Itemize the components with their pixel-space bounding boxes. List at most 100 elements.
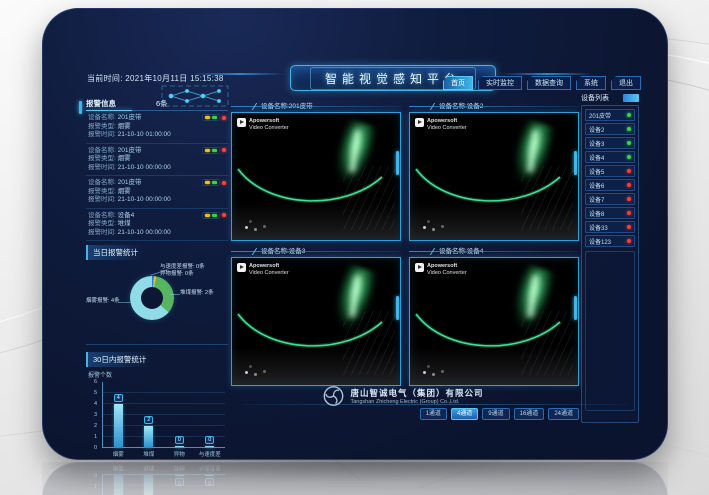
channel-button[interactable]: 24通道 bbox=[548, 408, 579, 420]
channel-button[interactable]: 4通道 bbox=[451, 408, 478, 420]
company-logo bbox=[322, 385, 344, 407]
video-scrollbar[interactable] bbox=[396, 296, 399, 320]
video-scrollbar[interactable] bbox=[396, 151, 399, 175]
device-status-dot bbox=[627, 197, 631, 201]
device-row[interactable]: 设备7 bbox=[585, 193, 635, 205]
alarm-list: 设备名称: 201皮带 报警类型: 烟雾 报警时间: 21-10-10 01:0… bbox=[86, 111, 228, 241]
alarm-count-badge: 6条 bbox=[156, 98, 168, 109]
alarm-device: 设备4 bbox=[118, 212, 135, 219]
video-player[interactable]: ApowersoftVideo Converter bbox=[231, 257, 401, 386]
today-stats-chart: 与速度差报警: 0条 异物报警: 0条 堆煤报警: 2条 烟雾报警: 4条 bbox=[86, 260, 228, 342]
device-status-dot bbox=[627, 239, 631, 243]
callout-coal: 堆煤报警: 2条 bbox=[180, 290, 214, 297]
device-row[interactable]: 设备3 bbox=[585, 137, 635, 149]
bar-category: 与速度差 bbox=[199, 450, 221, 458]
alarm-card[interactable]: 设备名称: 设备4 报警类型: 堆煤 报警时间: 21-10-10 00:00:… bbox=[86, 209, 228, 242]
video-player[interactable]: ApowersoftVideo Converter bbox=[231, 112, 401, 241]
video-scrollbar[interactable] bbox=[574, 151, 577, 175]
video-cell: 设备名称:设备4 ApowersoftVideo Converter bbox=[409, 246, 579, 386]
watermark: ApowersoftVideo Converter bbox=[415, 263, 467, 276]
bar-columns: 4烟雾 2堆煤 0异物 0与速度差 bbox=[103, 382, 225, 448]
y-tick: 5 bbox=[86, 390, 97, 396]
y-tick: 4 bbox=[86, 401, 97, 407]
nav-button[interactable]: 首页 bbox=[443, 76, 473, 90]
channel-button[interactable]: 1通道 bbox=[420, 408, 447, 420]
alarm-indicator-lights bbox=[202, 179, 226, 186]
callout-foreign: 异物报警: 0条 bbox=[160, 271, 205, 278]
bar-value: 2 bbox=[144, 416, 153, 425]
top-nav: 首页 实时监控 数据查询 系统 退出 bbox=[443, 76, 641, 90]
girder-structure bbox=[521, 311, 573, 375]
alarm-time: 21-10-10 01:00:00 bbox=[118, 131, 171, 138]
video-cell: 设备名称:设备3 ApowersoftVideo Converter bbox=[231, 246, 401, 386]
device-row[interactable]: 设备123 bbox=[585, 235, 635, 247]
girder-structure bbox=[521, 166, 573, 230]
nav-button[interactable]: 系统 bbox=[576, 76, 606, 90]
video-title: 设备名称:设备4 bbox=[409, 246, 579, 257]
device-row[interactable]: 设备2 bbox=[585, 123, 635, 135]
alarm-card[interactable]: 设备名称: 201皮带 报警类型: 烟雾 报警时间: 21-10-10 01:0… bbox=[86, 111, 228, 144]
alarm-device: 201皮带 bbox=[118, 147, 142, 154]
y-tick: 6 bbox=[86, 379, 97, 385]
monthly-stats-section: 30日内报警统计 报警个数 6 5 4 3 2 1 0 4烟雾 2堆煤 0异物 … bbox=[86, 344, 228, 460]
device-row[interactable]: 设备6 bbox=[585, 179, 635, 191]
y-axis-label: 报警个数 bbox=[88, 370, 112, 379]
alarm-type: 烟雾 bbox=[118, 155, 131, 162]
device-status-dot bbox=[627, 141, 631, 145]
monthly-stats-title: 30日内报警统计 bbox=[86, 352, 151, 367]
alarm-card[interactable]: 设备名称: 201皮带 报警类型: 烟雾 报警时间: 21-10-10 00:0… bbox=[86, 176, 228, 209]
device-row[interactable]: 设备4 bbox=[585, 151, 635, 163]
channel-button[interactable]: 16通道 bbox=[514, 408, 545, 420]
nav-button[interactable]: 数据查询 bbox=[527, 76, 571, 90]
nav-button[interactable]: 退出 bbox=[611, 76, 641, 90]
device-row[interactable]: 设备33 bbox=[585, 221, 635, 233]
nav-button[interactable]: 实时监控 bbox=[478, 76, 522, 90]
today-donut-chart bbox=[130, 276, 174, 320]
alarm-type: 烟雾 bbox=[118, 123, 131, 130]
channel-button[interactable]: 9通道 bbox=[482, 408, 509, 420]
video-title: 设备名称:设备3 bbox=[231, 246, 401, 257]
alarm-card[interactable]: 设备名称: 201皮带 报警类型: 烟雾 报警时间: 21-10-10 00:0… bbox=[86, 144, 228, 177]
y-tick: 2 bbox=[86, 423, 97, 429]
y-tick: 0 bbox=[86, 445, 97, 451]
alarm-device: 201皮带 bbox=[118, 114, 142, 121]
company-branding: 唐山智诚电气（集团）有限公司 Tangshan Zhicheng Electri… bbox=[322, 385, 483, 407]
alarm-time: 21-10-10 00:00:00 bbox=[118, 229, 171, 236]
callout-speed: 与速度差报警: 0条 bbox=[160, 264, 205, 271]
video-scrollbar[interactable] bbox=[574, 296, 577, 320]
device-status-dot bbox=[627, 155, 631, 159]
channel-switcher: 1通道 4通道 9通道 16通道 24通道 bbox=[420, 408, 579, 420]
device-list-spacer bbox=[585, 251, 635, 411]
device-list-title: 设备列表 bbox=[581, 93, 609, 103]
callout-smoke: 烟雾报警: 4条 bbox=[86, 298, 120, 305]
alarm-indicator-lights bbox=[202, 212, 226, 219]
device-status-dot bbox=[627, 169, 631, 173]
device-status-dot bbox=[627, 113, 631, 117]
device-list: 201皮带 设备2 设备3 设备4 设备5 设备6 设备7 设备8 设备33 设… bbox=[581, 105, 639, 423]
header-deco-line-left bbox=[193, 73, 285, 75]
video-player[interactable]: ApowersoftVideo Converter bbox=[409, 257, 579, 386]
video-cell: 设备名称:设备2 ApowersoftVideo Converter bbox=[409, 101, 579, 241]
apowersoft-logo-icon bbox=[237, 263, 246, 272]
alarm-type: 堆煤 bbox=[118, 220, 131, 227]
alarm-panel-title: 报警信息 bbox=[86, 98, 116, 109]
alarm-indicator-lights bbox=[202, 147, 226, 154]
watermark: ApowersoftVideo Converter bbox=[237, 118, 289, 131]
device-row[interactable]: 设备8 bbox=[585, 207, 635, 219]
device-list-header: 设备列表 bbox=[581, 93, 639, 103]
device-row[interactable]: 201皮带 bbox=[585, 109, 635, 121]
bar-category: 烟雾 bbox=[113, 450, 124, 458]
device-status-dot bbox=[627, 225, 631, 229]
device-list-tab[interactable] bbox=[623, 94, 639, 102]
bar bbox=[114, 404, 123, 448]
bar bbox=[144, 426, 153, 448]
bar-category: 堆煤 bbox=[143, 450, 154, 458]
watermark: ApowersoftVideo Converter bbox=[237, 263, 289, 276]
bar-category: 异物 bbox=[174, 450, 185, 458]
bar-value: 4 bbox=[114, 394, 123, 403]
bar bbox=[205, 446, 214, 448]
video-player[interactable]: ApowersoftVideo Converter bbox=[409, 112, 579, 241]
video-grid: 设备名称:201皮带 ApowersoftVideo Converter 设备名… bbox=[231, 101, 579, 387]
device-row[interactable]: 设备5 bbox=[585, 165, 635, 177]
left-sidebar: 报警信息 6条 设备名称: 201皮带 报警类型: 烟雾 报警时间: 21-10… bbox=[86, 97, 228, 429]
